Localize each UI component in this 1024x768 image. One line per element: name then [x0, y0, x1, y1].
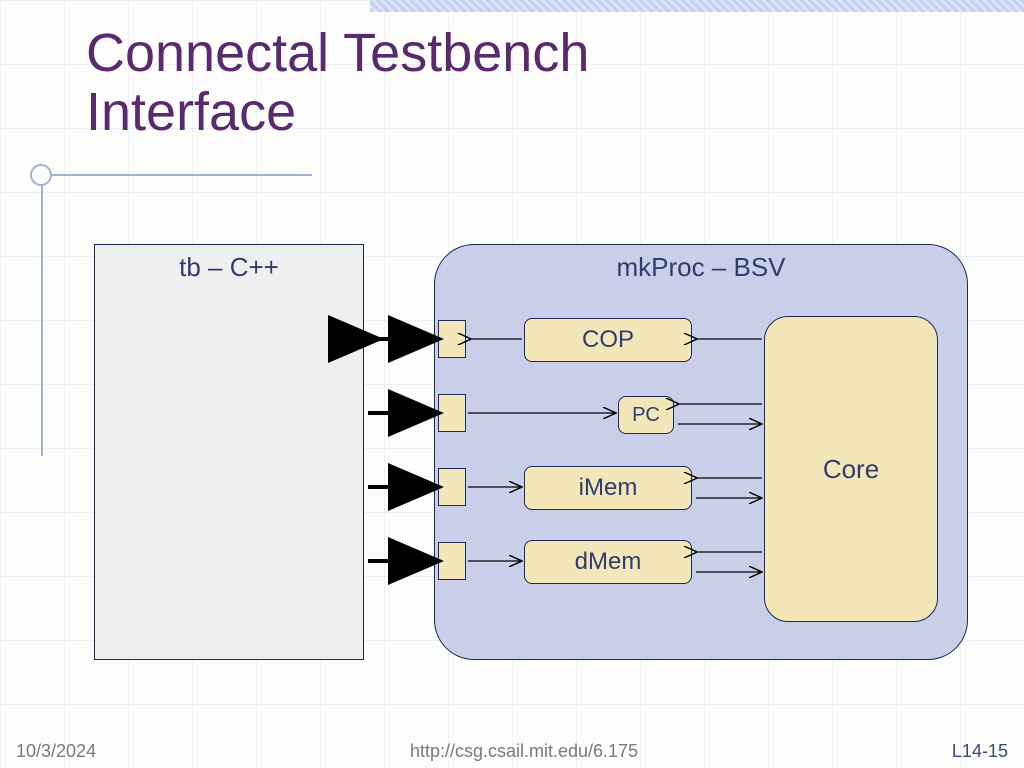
- tb-label: tb – C++: [94, 252, 364, 283]
- decorative-horizontal-rule: [52, 174, 312, 176]
- pc-box: PC: [618, 396, 674, 434]
- pc-label: PC: [632, 404, 660, 427]
- interface-port-3: [438, 468, 466, 506]
- title-line-1: Connectal Testbench: [86, 23, 589, 83]
- decorative-bullet-icon: [30, 164, 52, 186]
- core-box: Core: [764, 316, 938, 622]
- core-label: Core: [823, 454, 879, 485]
- interface-port-2: [438, 394, 466, 432]
- decorative-vertical-rule: [41, 186, 43, 456]
- imem-box: iMem: [524, 466, 692, 510]
- slide-title: Connectal Testbench Interface: [86, 24, 589, 143]
- title-line-2: Interface: [86, 82, 296, 142]
- dmem-label: dMem: [575, 548, 642, 576]
- footer-url: http://csg.csail.mit.edu/6.175: [410, 741, 638, 762]
- cop-label: COP: [582, 326, 634, 354]
- footer-slide-number: L14-15: [952, 741, 1008, 762]
- slide-footer: 10/3/2024 http://csg.csail.mit.edu/6.175…: [0, 741, 1024, 762]
- dmem-box: dMem: [524, 540, 692, 584]
- interface-port-1: [438, 320, 466, 358]
- imem-label: iMem: [579, 474, 638, 502]
- interface-port-4: [438, 542, 466, 580]
- tb-box: [94, 244, 364, 660]
- decorative-top-band: [370, 0, 1024, 12]
- mkproc-label: mkProc – BSV: [434, 252, 968, 283]
- cop-box: COP: [524, 318, 692, 362]
- footer-date: 10/3/2024: [16, 741, 96, 762]
